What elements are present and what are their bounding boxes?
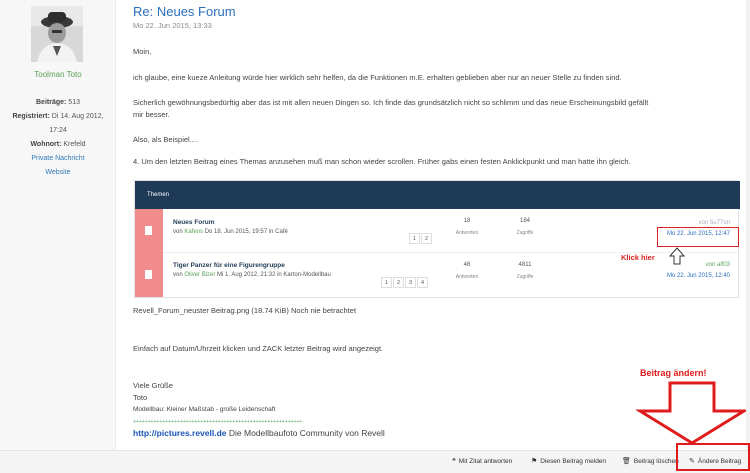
screenshot-header: Themen (135, 181, 740, 209)
registered-date: Registriert: Di 14. Aug 2012, (0, 111, 116, 123)
attachment-info[interactable]: Revell_Forum_neuster Beitrag.png (18.74 … (133, 305, 733, 317)
location: Wohnort: Krefeld (0, 139, 116, 151)
page-link: 4 (417, 277, 428, 288)
scrollbar[interactable] (746, 0, 750, 450)
post-paragraph-2b: mir besser. (133, 110, 170, 119)
topic-author: Oliver Bizer (184, 272, 216, 278)
post-paragraph-3: Also, als Beispiel.... (133, 135, 199, 144)
post-paragraph-2a: Sicherlich gewöhnungsbedürftig aber das … (133, 98, 649, 107)
page-link: 1 (409, 233, 420, 244)
up-arrow-icon (669, 247, 685, 265)
views-label: Zugriffe (516, 230, 534, 236)
post-count-label: Beiträge: (36, 99, 67, 106)
delete-post-button[interactable]: 🗑 Beitrag löschen (622, 457, 679, 465)
signature-link[interactable]: http://pictures.revell.de (133, 428, 227, 438)
page-links: 1234 (381, 277, 429, 289)
topic-status (135, 209, 163, 253)
location-label: Wohnort: (30, 141, 62, 148)
page-link: 3 (405, 277, 416, 288)
screenshot-topic-meta: von Oliver Bizer Mi 1. Aug 2012, 21:32 i… (173, 272, 331, 278)
by-suffix: Mi 1. Aug 2012, 21:32 in Karton-Modellba… (217, 272, 331, 278)
document-icon (145, 226, 152, 235)
registered-time: 17:24 (49, 127, 67, 134)
post-count-value: 513 (68, 99, 80, 106)
post-date: Mo 22. Jun 2015, 13:33 (133, 21, 212, 30)
delete-post-label: Beitrag löschen (633, 458, 679, 465)
post-paragraph-1: ich glaube, eine kueze Anleitung würde h… (133, 73, 622, 82)
views-count: 184 (519, 218, 530, 224)
signature-divider: ++++++++++++++++++++++++++++++++++++++++… (133, 419, 303, 425)
trash-icon: 🗑 (622, 458, 631, 465)
down-arrow-icon (636, 381, 748, 445)
post-paragraph-4: 4. Um den letzten Beitrag eines Themas a… (133, 157, 631, 166)
attached-screenshot[interactable]: Themen Neues Forum von Kafens Do 18. Jun… (134, 180, 740, 298)
page-link: 2 (421, 233, 432, 244)
edit-highlight-box (676, 443, 750, 471)
author-name[interactable]: Toolman Toto (0, 70, 116, 79)
location-value: Krefeld (63, 141, 86, 148)
report-post-label: Diesen Beitrag melden (540, 458, 607, 465)
registered-value: Di 14. Aug 2012, (51, 113, 104, 120)
flag-icon: ⚑ (531, 458, 538, 465)
last-post-author: von 5u77on (698, 220, 730, 226)
answers-label: Antworten (455, 274, 479, 280)
screenshot-topic-row: Neues Forum von Kafens Do 18. Jun 2015, … (135, 209, 740, 253)
by-prefix: von (173, 229, 183, 235)
screenshot-topic-title: Neues Forum (173, 219, 215, 226)
last-post-author: von alf03 (705, 262, 730, 268)
by-suffix: Do 18. Jun 2015, 19:57 in Café (204, 229, 288, 235)
private-message-link[interactable]: Private Nachricht (0, 155, 116, 162)
author-profile: Toolman Toto Beiträge: 513 Registriert: … (0, 0, 116, 450)
page-links: 12 (409, 233, 433, 245)
registered-label: Registriert: (12, 113, 50, 120)
answers-label: Antworten (455, 230, 479, 236)
signature-link-line: http://pictures.revell.de Die Modellbauf… (133, 428, 385, 438)
signature-link-suffix: Die Modellbaufoto Community von Revell (228, 428, 385, 438)
screenshot-header-label: Themen (147, 192, 170, 198)
report-post-button[interactable]: ⚑ Diesen Beitrag melden (531, 457, 606, 465)
by-prefix: von (173, 272, 183, 278)
views-label: Zugriffe (516, 274, 534, 280)
topic-author: Kafens (184, 229, 204, 235)
answers-count: 18 (463, 218, 471, 224)
quote-reply-label: Mit Zitat antworten (458, 458, 513, 465)
edit-annotation-label: Beitrag ändern! (640, 368, 707, 378)
highlight-box (657, 227, 739, 247)
answers-count: 46 (463, 262, 471, 268)
screenshot-topic-meta: von Kafens Do 18. Jun 2015, 19:57 in Caf… (173, 229, 288, 235)
avatar-photo (31, 6, 83, 62)
post-actions-bar: ❝ Mit Zitat antworten ⚑ Diesen Beitrag mel… (0, 450, 750, 473)
document-icon (145, 270, 152, 279)
avatar[interactable] (31, 6, 83, 62)
post-title[interactable]: Re: Neues Forum (133, 4, 236, 19)
last-post-date: Mo 22. Jun 2015, 12:40 (666, 273, 730, 279)
post-greeting: Moin, (133, 47, 152, 56)
quote-reply-button[interactable]: ❝ Mit Zitat antworten (452, 457, 512, 465)
website-link[interactable]: Website (0, 169, 116, 176)
views-count: 4811 (518, 262, 532, 268)
post-count: Beiträge: 513 (0, 97, 116, 109)
quote-icon: ❝ (452, 458, 456, 465)
page-link: 2 (393, 277, 404, 288)
post-paragraph-5: Einfach auf Datum/Uhrzeit klicken und ZA… (133, 344, 384, 353)
screenshot-topic-title: Tiger Panzer für eine Figurengruppe (173, 262, 285, 269)
click-here-annotation: Klick hier (621, 253, 655, 262)
topic-status (135, 253, 163, 297)
page-link: 1 (381, 277, 392, 288)
